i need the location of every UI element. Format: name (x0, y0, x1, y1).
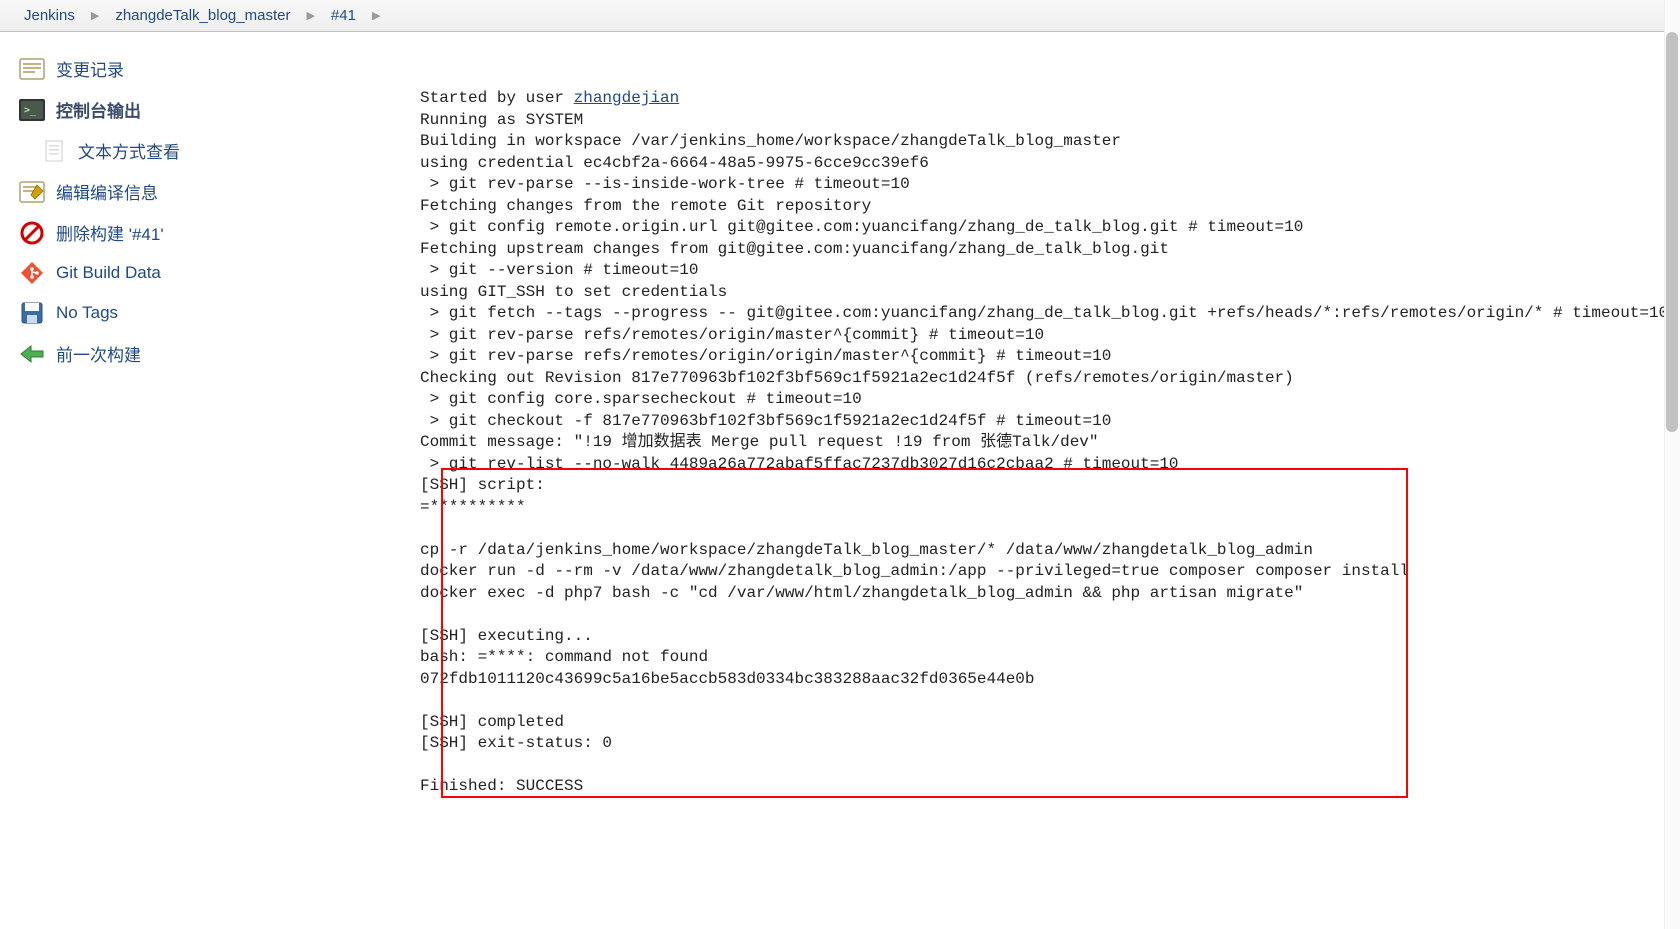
sidebar-item-no-tags[interactable]: No Tags (18, 293, 420, 333)
delete-icon (18, 221, 46, 245)
sidebar-item-delete-build[interactable]: 删除构建 '#41' (18, 212, 420, 253)
sidebar-item-label: 变更记录 (56, 56, 124, 81)
chevron-right-icon: ▶ (294, 9, 326, 22)
breadcrumb-build[interactable]: #41 (327, 7, 360, 24)
chevron-right-icon: ▶ (360, 9, 392, 22)
main-content: Started by user zhangdejian Running as S… (420, 32, 1680, 929)
breadcrumb-project[interactable]: zhangdeTalk_blog_master (111, 7, 294, 24)
terminal-icon: >_ (18, 98, 46, 122)
sidebar: 变更记录 >_ 控制台输出 文本方式查看 编辑编译信息 删除构建 '#41' (0, 32, 420, 929)
sidebar-item-label: Git Build Data (56, 263, 161, 283)
git-icon (18, 261, 46, 285)
sidebar-item-label: 删除构建 '#41' (56, 220, 164, 245)
sidebar-item-changes[interactable]: 变更记录 (18, 48, 420, 89)
sidebar-item-label: 编辑编译信息 (56, 179, 158, 204)
breadcrumb: Jenkins ▶ zhangdeTalk_blog_master ▶ #41 … (0, 0, 1680, 32)
changes-icon (18, 57, 46, 81)
svg-text:>_: >_ (24, 105, 37, 116)
sidebar-item-previous-build[interactable]: 前一次构建 (18, 333, 420, 374)
sidebar-item-edit-build-info[interactable]: 编辑编译信息 (18, 171, 420, 212)
sidebar-item-label: No Tags (56, 303, 118, 323)
console-started-prefix: Started by user (420, 89, 574, 107)
chevron-right-icon: ▶ (79, 9, 111, 22)
user-link[interactable]: zhangdejian (574, 89, 680, 107)
sidebar-item-label: 文本方式查看 (78, 138, 180, 163)
console-body: Running as SYSTEM Building in workspace … (420, 111, 1668, 796)
arrow-left-icon (18, 342, 46, 366)
breadcrumb-root[interactable]: Jenkins (20, 7, 79, 24)
save-icon (18, 301, 46, 325)
sidebar-item-console-output[interactable]: >_ 控制台输出 (18, 89, 420, 130)
console-output: Started by user zhangdejian Running as S… (420, 88, 1680, 798)
edit-icon (18, 180, 46, 204)
scrollbar-thumb[interactable] (1666, 32, 1678, 432)
scrollbar[interactable] (1664, 0, 1680, 929)
sidebar-item-git-build-data[interactable]: Git Build Data (18, 253, 420, 293)
sidebar-item-plain-text[interactable]: 文本方式查看 (18, 130, 420, 171)
sidebar-item-label: 控制台输出 (56, 97, 141, 122)
document-icon (40, 139, 68, 163)
sidebar-item-label: 前一次构建 (56, 341, 141, 366)
